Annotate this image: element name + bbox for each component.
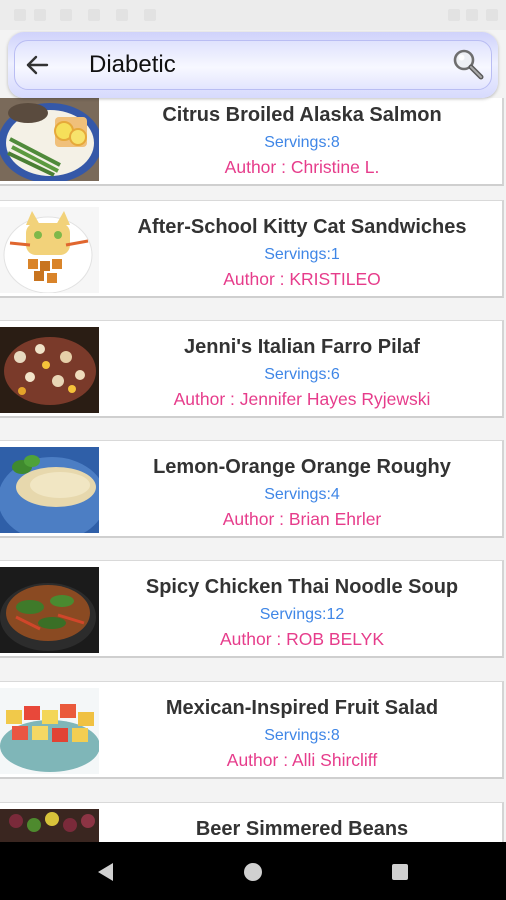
recipe-list[interactable]: Citrus Broiled Alaska Salmon Servings:8 … — [0, 98, 506, 842]
recipe-title: Jenni's Italian Farro Pilaf — [184, 336, 420, 358]
recipe-author: Author : ROB BELYK — [219, 629, 385, 649]
recipe-author: Author : Christine L. — [224, 157, 380, 177]
recipe-thumbnail — [0, 327, 99, 413]
recipe-title: Beer Simmered Beans — [195, 818, 409, 840]
back-button[interactable] — [22, 50, 52, 80]
triangle-back-icon — [98, 863, 113, 881]
status-notification-icon — [34, 9, 46, 21]
search-button[interactable] — [450, 46, 486, 82]
square-recents-icon — [392, 864, 408, 880]
recipe-card[interactable]: Beer Simmered Beans — [0, 802, 504, 842]
nav-home-button[interactable] — [241, 860, 265, 884]
search-input[interactable]: Diabetic — [89, 50, 176, 80]
recipe-title: Spicy Chicken Thai Noodle Soup — [145, 576, 459, 598]
recipe-card[interactable]: After-School Kitty Cat Sandwiches Servin… — [0, 200, 504, 298]
recipe-author: Author : Brian Ehrler — [222, 509, 382, 529]
recipe-thumbnail — [0, 809, 99, 842]
recipe-thumbnail — [0, 567, 99, 653]
status-notification-icon — [88, 9, 100, 21]
nav-recents-button[interactable] — [388, 860, 412, 884]
recipe-servings: Servings:4 — [264, 486, 340, 503]
recipe-title: Citrus Broiled Alaska Salmon — [162, 104, 442, 126]
search-bar: Diabetic — [8, 32, 498, 98]
recipe-thumbnail — [0, 207, 99, 293]
status-notification-icon — [144, 9, 156, 21]
recipe-thumbnail — [0, 688, 99, 774]
system-nav-bar — [0, 842, 506, 900]
recipe-card[interactable]: Citrus Broiled Alaska Salmon Servings:8 … — [0, 98, 504, 186]
recipe-thumbnail — [0, 447, 99, 533]
circle-home-icon — [244, 863, 262, 881]
recipe-servings: Servings:8 — [264, 727, 340, 744]
signal-icon — [448, 9, 460, 21]
recipe-servings: Servings:1 — [264, 246, 340, 263]
arrow-left-icon — [26, 55, 49, 75]
recipe-servings: Servings:12 — [259, 606, 345, 623]
recipe-card[interactable]: Jenni's Italian Farro Pilaf Servings:6 A… — [0, 320, 504, 418]
recipe-card[interactable]: Mexican-Inspired Fruit Salad Servings:8 … — [0, 681, 504, 779]
status-bar — [0, 0, 506, 30]
recipe-title: After-School Kitty Cat Sandwiches — [137, 216, 467, 238]
status-notification-icon — [116, 9, 128, 21]
wifi-icon — [466, 9, 478, 21]
recipe-title: Mexican-Inspired Fruit Salad — [165, 697, 439, 719]
recipe-thumbnail — [0, 98, 99, 181]
nav-back-button[interactable] — [94, 860, 118, 884]
recipe-card[interactable]: Lemon-Orange Orange Roughy Servings:4 Au… — [0, 440, 504, 538]
recipe-author: Author : Jennifer Hayes Ryjewski — [173, 389, 431, 409]
search-field-frame — [14, 40, 492, 90]
recipe-author: Author : KRISTILEO — [223, 269, 381, 289]
status-notification-icon — [60, 9, 72, 21]
magnifier-icon — [453, 49, 484, 80]
battery-icon — [486, 9, 498, 21]
recipe-servings: Servings:6 — [264, 366, 340, 383]
status-notification-icon — [14, 9, 26, 21]
recipe-card[interactable]: Spicy Chicken Thai Noodle Soup Servings:… — [0, 560, 504, 658]
recipe-author: Author : Alli Shircliff — [226, 750, 378, 770]
recipe-title: Lemon-Orange Orange Roughy — [153, 456, 451, 478]
recipe-servings: Servings:8 — [264, 134, 340, 151]
